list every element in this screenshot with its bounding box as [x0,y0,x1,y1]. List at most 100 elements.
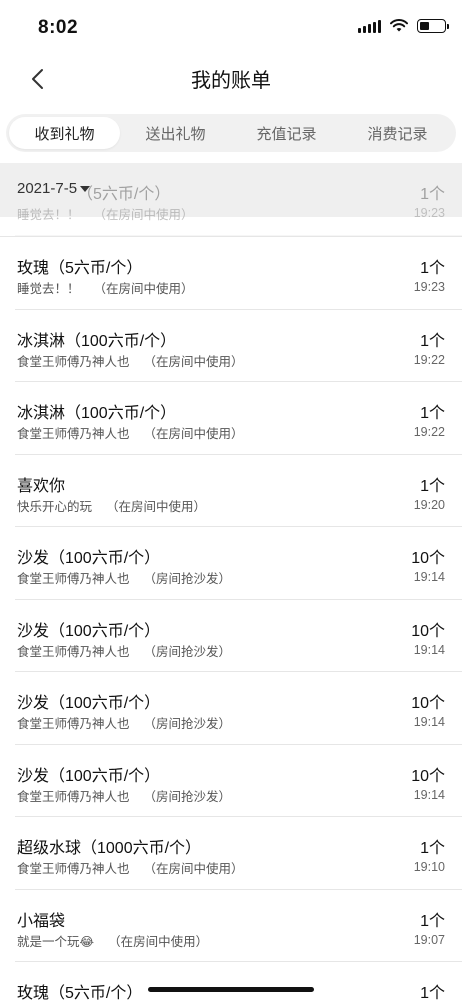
usage-note: （在房间中使用） [93,282,194,296]
list-item[interactable]: 玫瑰（5六币/个） 1个 [0,962,462,1000]
caret-down-icon [80,185,91,192]
gift-time: 19:22 [413,352,445,367]
sender-name: 食堂王师傅乃神人也 [17,572,130,586]
gift-name: 玫瑰（5六币/个） [17,985,143,1000]
gift-desc: 睡觉去！！ （在房间中使用） [17,278,194,297]
battery-level [420,22,430,30]
gift-name: 小福袋 [17,912,66,930]
status-bar: 8:02 [0,0,462,56]
gift-name: （5六币/个） [77,186,171,203]
scrolled-row-ghost: （5六币/个） 睡觉去！！ （在房间中使用） 1个 19:23 [0,163,462,237]
status-icons [358,19,449,33]
sender-name: 食堂王师傅乃神人也 [17,644,130,659]
usage-note: （房间抢沙发） [143,717,232,731]
gift-name: 冰淇淋（100六币/个） [17,332,177,350]
list-item[interactable]: 沙发（100六币/个） 食堂王师傅乃神人也 （房间抢沙发） 10个 19:14 [0,672,462,745]
gift-time: 19:14 [413,787,445,802]
gift-count: 1个 [420,912,445,930]
sender-name: 食堂王师傅乃神人也 [17,862,130,876]
usage-note: （在房间中使用） [108,934,209,949]
gift-count: 1个 [420,405,445,422]
tab-consumption-records[interactable]: 消费记录 [342,117,453,149]
home-indicator [148,987,314,992]
gift-count: 1个 [420,332,445,350]
sender-name: 就是一个玩😂 [17,934,95,949]
gift-count: 10个 [411,695,445,712]
gift-count: 10个 [411,767,445,785]
usage-note: （在房间中使用） [143,354,244,369]
gift-desc: 就是一个玩😂 （在房间中使用） [17,931,208,950]
usage-note: （在房间中使用） [143,862,244,876]
tab-recharge-records[interactable]: 充值记录 [231,117,342,149]
status-time: 8:02 [38,17,79,38]
nav-bar: 我的账单 [0,56,462,102]
gift-desc: 食堂王师傅乃神人也 （房间抢沙发） [17,568,231,587]
list-item[interactable]: 小福袋就是一个玩😂 （在房间中使用） 1个 19:07 [0,890,462,963]
usage-note: （房间抢沙发） [143,572,232,586]
usage-note: （在房间中使用） [93,208,194,222]
gift-desc: 快乐开心的玩 （在房间中使用） [17,496,206,515]
gift-desc: 睡觉去！！ （在房间中使用） [17,204,194,223]
sender-name: 睡觉去！！ [17,208,80,222]
list-item[interactable]: 冰淇淋（100六币/个） 食堂王师傅乃神人也 （在房间中使用） 1个 19:22 [0,310,462,383]
gift-time: 19:14 [413,642,445,657]
gift-time: 19:22 [413,425,445,439]
list-item[interactable]: 超级水球（1000六币/个） 食堂王师傅乃神人也 （在房间中使用） 1个 19:10 [0,817,462,890]
gift-desc: 食堂王师傅乃神人也 （在房间中使用） [17,423,244,442]
list-item[interactable]: 沙发（100六币/个） 食堂王师傅乃神人也 （房间抢沙发） 10个 19:14 [0,600,462,673]
list-item[interactable]: 玫瑰（5六币/个） 睡觉去！！ （在房间中使用） 1个 19:23 [0,237,462,310]
sender-name: 食堂王师傅乃神人也 [17,354,130,369]
list-item[interactable]: 喜欢你快乐开心的玩 （在房间中使用） 1个 19:20 [0,455,462,528]
list-item[interactable]: 沙发（100六币/个） 食堂王师傅乃神人也 （房间抢沙发） 10个 19:14 [0,745,462,818]
gift-count: 1个 [420,477,445,495]
tab-bar: 收到礼物 送出礼物 充值记录 消费记录 [6,114,456,152]
gift-time: 19:10 [413,860,445,874]
gift-desc: 食堂王师傅乃神人也 （在房间中使用） [17,858,244,877]
gift-count: 1个 [420,260,445,277]
gift-name: 沙发（100六币/个） [17,695,161,712]
gift-time: 19:07 [413,932,445,947]
gift-count: 1个 [420,186,445,203]
gift-time: 19:20 [413,497,445,512]
gift-name: 喜欢你 [17,477,66,495]
gift-count: 10个 [411,550,445,567]
signal-icon [358,19,381,33]
gift-count: 10个 [411,622,445,640]
gift-name: 沙发（100六币/个） [17,767,161,785]
gift-desc: 食堂王师傅乃神人也 （房间抢沙发） [17,713,231,732]
gift-time: 19:14 [413,570,445,584]
gift-name: 沙发（100六币/个） [17,550,161,567]
sender-name: 食堂王师傅乃神人也 [17,427,130,441]
date-picker[interactable]: 2021-7-5 [17,180,91,197]
tab-sent-gifts[interactable]: 送出礼物 [120,117,231,149]
gift-name: 超级水球（1000六币/个） [17,840,202,857]
wifi-icon [390,19,408,32]
gift-desc: 食堂王师傅乃神人也 （房间抢沙发） [17,641,231,660]
date-value: 2021-7-5 [17,180,78,197]
gift-name: 沙发（100六币/个） [17,622,161,640]
usage-note: （房间抢沙发） [143,644,232,659]
gift-time: 19:23 [413,280,445,294]
list-item[interactable]: 沙发（100六币/个） 食堂王师傅乃神人也 （房间抢沙发） 10个 19:14 [0,527,462,600]
list-item: （5六币/个） 睡觉去！！ （在房间中使用） 1个 19:23 [0,163,462,236]
gift-desc: 食堂王师傅乃神人也 （在房间中使用） [17,351,244,370]
sender-name: 食堂王师傅乃神人也 [17,789,130,804]
date-header: （5六币/个） 睡觉去！！ （在房间中使用） 1个 19:23 2021-7-5 [0,163,462,236]
sender-name: 睡觉去！！ [17,282,80,296]
gift-count: 1个 [420,840,445,857]
records-list: 玫瑰（5六币/个） 睡觉去！！ （在房间中使用） 1个 19:23 冰淇淋（100六币/个… [0,163,462,1000]
gift-name: 冰淇淋（100六币/个） [17,405,177,422]
gift-time: 19:23 [413,206,445,220]
list-item[interactable]: 冰淇淋（100六币/个） 食堂王师傅乃神人也 （在房间中使用） 1个 19:22 [0,382,462,455]
gift-count: 1个 [420,985,445,1000]
sender-name: 食堂王师傅乃神人也 [17,717,130,731]
gift-time: 19:14 [413,715,445,729]
gift-desc: 食堂王师傅乃神人也 （房间抢沙发） [17,786,231,805]
page-title: 我的账单 [191,70,271,92]
tab-received-gifts[interactable]: 收到礼物 [9,117,120,149]
battery-icon [417,19,449,33]
sender-name: 快乐开心的玩 [17,499,93,514]
usage-note: （在房间中使用） [106,499,207,514]
usage-note: （房间抢沙发） [143,789,232,804]
gift-name: 玫瑰（5六币/个） [17,260,143,277]
